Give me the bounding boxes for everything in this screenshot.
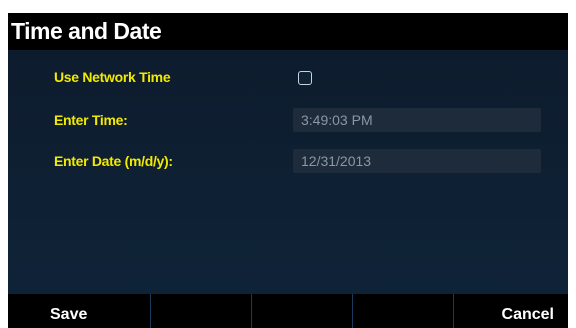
enter-time-label: Enter Time: bbox=[54, 112, 128, 128]
time-input[interactable] bbox=[293, 108, 541, 132]
page-title: Time and Date bbox=[11, 18, 162, 44]
softkey-4[interactable] bbox=[353, 294, 454, 328]
cancel-softkey[interactable]: Cancel bbox=[454, 294, 568, 328]
softkey-2[interactable] bbox=[151, 294, 252, 328]
title-bar: Time and Date bbox=[8, 13, 568, 50]
settings-panel: Use Network Time Enter Time: Enter Date … bbox=[8, 50, 568, 294]
use-network-time-checkbox[interactable] bbox=[298, 71, 312, 85]
save-softkey[interactable]: Save bbox=[8, 294, 151, 328]
date-input[interactable] bbox=[293, 149, 541, 173]
phone-screen: Time and Date Use Network Time Enter Tim… bbox=[8, 13, 568, 328]
softkey-3[interactable] bbox=[252, 294, 353, 328]
enter-date-label: Enter Date (m/d/y): bbox=[54, 153, 173, 169]
use-network-time-label: Use Network Time bbox=[54, 69, 171, 85]
softkey-bar: Save Cancel bbox=[8, 294, 568, 328]
